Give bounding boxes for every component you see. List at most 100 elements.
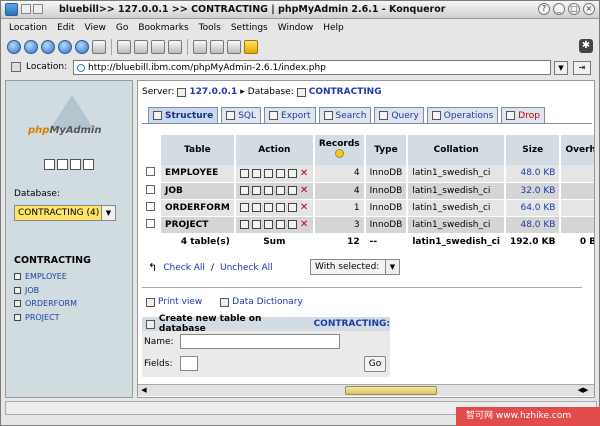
size-value[interactable]: 48.0 KB xyxy=(505,216,562,234)
table-name-input[interactable] xyxy=(180,334,340,349)
select-icon[interactable] xyxy=(251,220,261,229)
menu-go[interactable]: Go xyxy=(116,23,128,33)
chevron-down-icon[interactable]: ▼ xyxy=(101,206,115,220)
properties-icon[interactable] xyxy=(275,203,285,212)
server-link[interactable]: 127.0.0.1 xyxy=(189,87,237,97)
insert-icon[interactable] xyxy=(263,220,273,229)
table-icon[interactable] xyxy=(14,300,21,308)
tab-structure[interactable]: Structure xyxy=(148,107,219,123)
paste-icon[interactable] xyxy=(151,40,165,54)
check-all-link[interactable]: Check All xyxy=(163,263,205,273)
insert-icon[interactable] xyxy=(263,186,273,195)
insert-icon[interactable] xyxy=(263,203,273,212)
table-name[interactable]: PROJECT xyxy=(160,216,236,234)
sidebar-item-employee[interactable]: EMPLOYEE xyxy=(14,270,77,284)
menu-bookmarks[interactable]: Bookmarks xyxy=(138,23,188,33)
table-icon[interactable] xyxy=(14,313,21,321)
size-value[interactable]: 48.0 KB xyxy=(505,165,562,183)
row-checkbox[interactable] xyxy=(146,218,155,228)
url-input[interactable]: http://bluebill.ibm.com/phpMyAdmin-2.6.1… xyxy=(73,60,551,75)
properties-icon[interactable] xyxy=(275,186,285,195)
size-value[interactable]: 32.0 KB xyxy=(505,182,562,200)
scroll-thumb[interactable] xyxy=(345,386,437,395)
info-bulb-icon[interactable] xyxy=(334,149,344,158)
sidebar-item-project[interactable]: PROJECT xyxy=(14,311,77,325)
chevron-down-icon[interactable]: ▼ xyxy=(385,260,399,274)
drop-icon[interactable]: ✕ xyxy=(300,203,309,213)
with-selected-select[interactable]: With selected: ▼ xyxy=(310,259,400,275)
properties-icon[interactable] xyxy=(275,168,285,178)
drop-icon[interactable]: ✕ xyxy=(300,220,309,230)
row-checkbox[interactable] xyxy=(146,201,155,211)
cut-icon[interactable] xyxy=(117,40,131,54)
fields-count-input[interactable] xyxy=(180,356,198,371)
select-icon[interactable] xyxy=(251,168,261,178)
home-icon[interactable] xyxy=(58,40,72,54)
sticky-icon[interactable] xyxy=(21,4,31,14)
empty-icon[interactable] xyxy=(287,168,297,178)
maximize-button[interactable]: □ xyxy=(568,3,580,15)
reload-icon[interactable] xyxy=(75,40,89,54)
browse-icon[interactable] xyxy=(239,186,249,195)
table-name[interactable]: ORDERFORM xyxy=(160,199,236,217)
find-icon[interactable] xyxy=(227,40,241,54)
menu-settings[interactable]: Settings xyxy=(231,23,268,33)
go-button[interactable]: ⇥ xyxy=(573,61,591,75)
keep-above-icon[interactable] xyxy=(33,4,43,14)
minimize-button[interactable]: _ xyxy=(553,3,565,15)
empty-icon[interactable] xyxy=(287,203,297,212)
properties-icon[interactable] xyxy=(275,220,285,229)
menu-view[interactable]: View xyxy=(85,23,106,33)
empty-icon[interactable] xyxy=(287,220,297,229)
database-select[interactable]: CONTRACTING (4) ▼ xyxy=(14,205,116,221)
stop-icon[interactable] xyxy=(92,40,106,54)
drop-icon[interactable]: ✕ xyxy=(300,186,309,196)
menu-location[interactable]: Location xyxy=(9,23,47,33)
phpmyadmin-logo[interactable]: phpMyAdmin xyxy=(14,93,124,145)
query-window-icon[interactable] xyxy=(57,159,68,170)
up-icon[interactable] xyxy=(7,40,21,54)
scroll-right-icon[interactable]: ◀▶ xyxy=(573,386,593,395)
tab-query[interactable]: Query xyxy=(374,107,424,123)
horizontal-scrollbar[interactable]: ◀ ◀▶ xyxy=(138,384,594,396)
uncheck-all-link[interactable]: Uncheck All xyxy=(220,263,273,273)
back-icon[interactable] xyxy=(24,40,38,54)
forward-icon[interactable] xyxy=(41,40,55,54)
sidebar-item-job[interactable]: JOB xyxy=(14,284,77,298)
print-icon[interactable] xyxy=(168,40,182,54)
tab-export[interactable]: Export xyxy=(264,107,316,123)
select-icon[interactable] xyxy=(251,186,261,195)
browse-icon[interactable] xyxy=(239,203,249,212)
browse-icon[interactable] xyxy=(239,168,249,178)
print-view-link[interactable]: Print view xyxy=(146,297,202,307)
sql-docs-icon[interactable] xyxy=(83,159,94,170)
menu-window[interactable]: Window xyxy=(278,23,314,33)
table-icon[interactable] xyxy=(14,273,21,281)
select-icon[interactable] xyxy=(251,203,261,212)
scroll-left-icon[interactable]: ◀ xyxy=(139,386,149,395)
home-icon[interactable] xyxy=(44,159,55,170)
row-checkbox[interactable] xyxy=(146,167,155,177)
menu-help[interactable]: Help xyxy=(323,23,344,33)
tab-operations[interactable]: Operations xyxy=(426,107,499,123)
copy-icon[interactable] xyxy=(134,40,148,54)
insert-icon[interactable] xyxy=(263,168,273,178)
database-link[interactable]: CONTRACTING xyxy=(309,87,382,97)
tab-search[interactable]: Search xyxy=(318,107,372,123)
menu-tools[interactable]: Tools xyxy=(199,23,221,33)
drop-icon[interactable]: ✕ xyxy=(300,168,309,178)
docs-icon[interactable] xyxy=(70,159,81,170)
row-checkbox[interactable] xyxy=(146,184,155,194)
url-history-dropdown[interactable]: ▼ xyxy=(554,61,568,75)
browse-icon[interactable] xyxy=(239,220,249,229)
konqueror-icon[interactable] xyxy=(5,3,18,16)
clear-location-icon[interactable] xyxy=(11,62,21,72)
sidebar-item-orderform[interactable]: ORDERFORM xyxy=(14,297,77,311)
size-value[interactable]: 64.0 KB xyxy=(505,199,562,217)
zoom-in-icon[interactable] xyxy=(193,40,207,54)
tab-sql[interactable]: SQL xyxy=(221,107,262,123)
data-dictionary-link[interactable]: Data Dictionary xyxy=(220,297,303,307)
security-lock-icon[interactable] xyxy=(244,40,258,54)
close-button[interactable]: × xyxy=(583,3,595,15)
table-name[interactable]: EMPLOYEE xyxy=(160,165,236,183)
